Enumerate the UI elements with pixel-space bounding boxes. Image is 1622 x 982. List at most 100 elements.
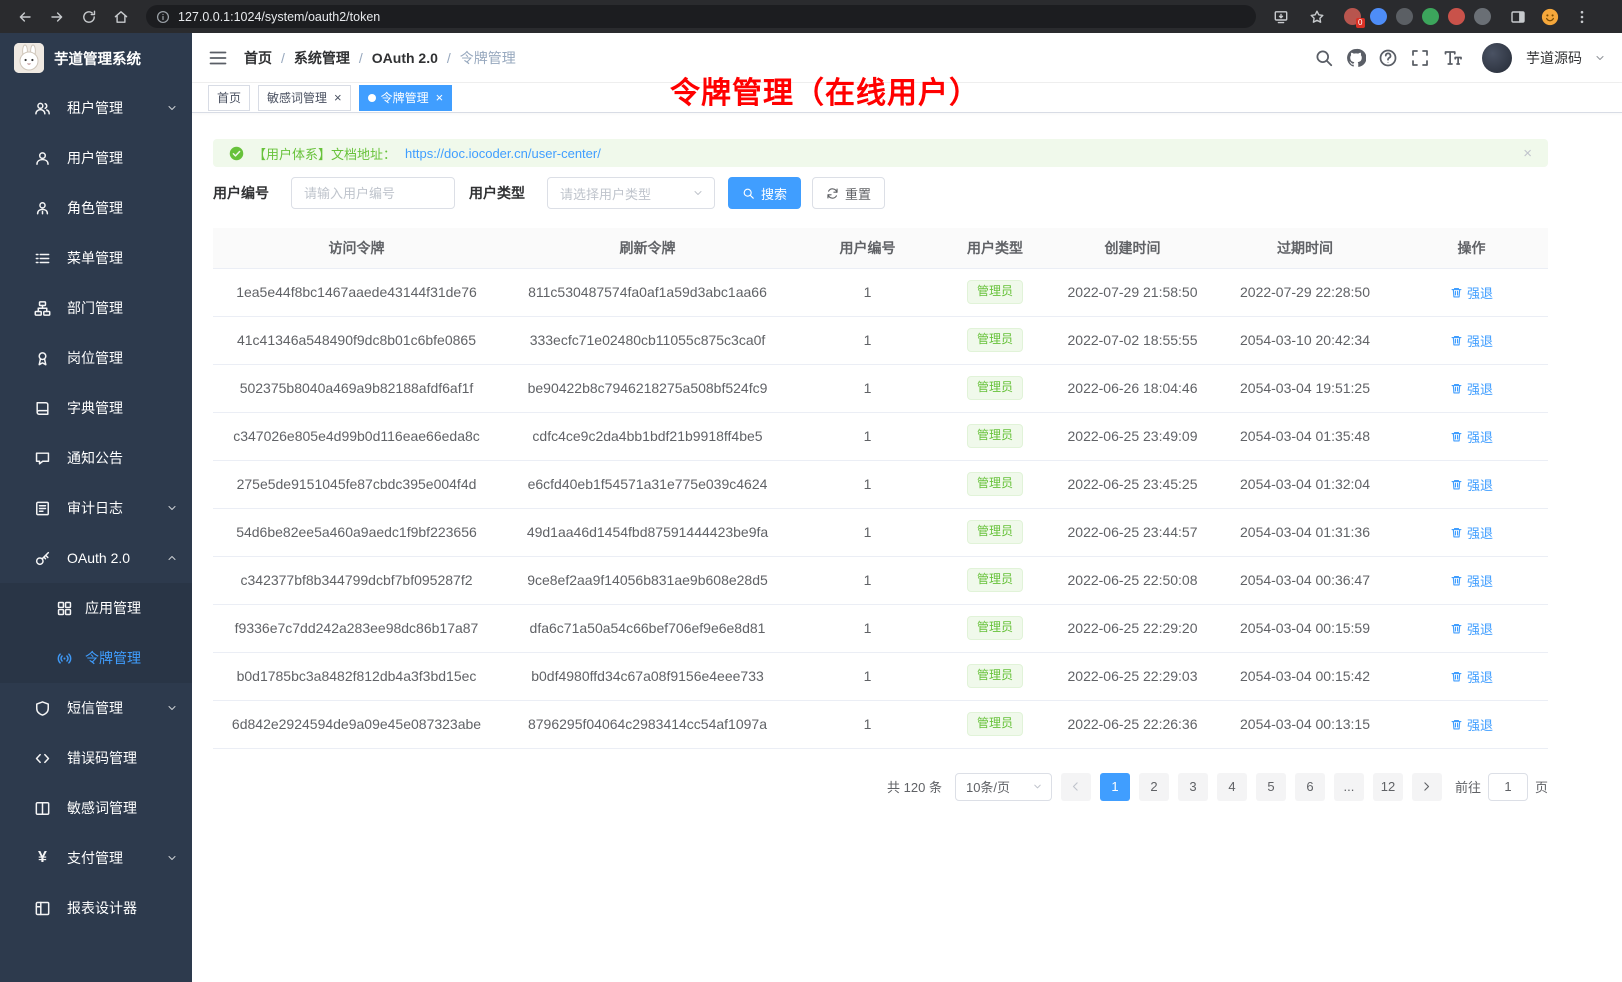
sidebar-item-report-designer[interactable]: 报表设计器 bbox=[0, 883, 192, 933]
close-tab-icon[interactable]: × bbox=[334, 91, 342, 104]
breadcrumb-item[interactable]: OAuth 2.0 bbox=[372, 50, 438, 66]
force-logout-button[interactable]: 强退 bbox=[1450, 523, 1493, 542]
user-id-cell: 1 bbox=[795, 700, 940, 748]
browser-profile-avatar[interactable] bbox=[1541, 8, 1559, 26]
prev-page-button[interactable] bbox=[1061, 773, 1091, 801]
force-logout-button[interactable]: 强退 bbox=[1450, 475, 1493, 494]
alert-close-icon[interactable]: × bbox=[1523, 146, 1532, 161]
created-time-cell: 2022-06-25 22:29:20 bbox=[1050, 604, 1215, 652]
hamburger-icon[interactable] bbox=[208, 48, 228, 68]
user-id-input[interactable] bbox=[291, 177, 455, 209]
force-logout-button[interactable]: 强退 bbox=[1450, 379, 1493, 398]
sidebar-item-oauth2-application[interactable]: 应用管理 bbox=[0, 583, 192, 633]
extension-gray-icon[interactable] bbox=[1474, 8, 1491, 25]
breadcrumb-item[interactable]: 首页 bbox=[244, 48, 272, 68]
page-12-button[interactable]: 12 bbox=[1373, 773, 1403, 801]
trash-icon bbox=[1450, 670, 1463, 683]
user-name[interactable]: 芋道源码 bbox=[1526, 48, 1582, 68]
extension-red-icon[interactable]: 0 bbox=[1344, 8, 1361, 25]
help-icon[interactable] bbox=[1378, 48, 1398, 68]
bookmark-star-icon[interactable] bbox=[1304, 4, 1330, 30]
expire-time-cell: 2054-03-04 00:15:42 bbox=[1215, 652, 1395, 700]
sidebar-item-post[interactable]: 岗位管理 bbox=[0, 333, 192, 383]
breadcrumb-item[interactable]: 系统管理 bbox=[294, 48, 350, 68]
sidebar-item-dept[interactable]: 部门管理 bbox=[0, 283, 192, 333]
extension-dark-icon[interactable] bbox=[1396, 8, 1413, 25]
extension-icons: 0 bbox=[1344, 8, 1491, 25]
sidebar-item-dict[interactable]: 字典管理 bbox=[0, 383, 192, 433]
page-2-button[interactable]: 2 bbox=[1139, 773, 1169, 801]
trash-icon bbox=[1450, 622, 1463, 635]
address-bar[interactable]: 127.0.0.1:1024/system/oauth2/token bbox=[146, 5, 1256, 28]
force-logout-button[interactable]: 强退 bbox=[1450, 667, 1493, 686]
site-info-icon[interactable] bbox=[156, 10, 170, 24]
sidebar-item-user[interactable]: 用户管理 bbox=[0, 133, 192, 183]
close-tab-icon[interactable]: × bbox=[436, 91, 444, 104]
next-page-button[interactable] bbox=[1412, 773, 1442, 801]
force-logout-button[interactable]: 强退 bbox=[1450, 571, 1493, 590]
page-size-select[interactable]: 10条/页 bbox=[955, 773, 1052, 801]
access-token-cell: 1ea5e44f8bc1467aaede43144f31de76 bbox=[213, 268, 500, 316]
search-button[interactable]: 搜索 bbox=[728, 177, 801, 209]
forward-icon[interactable] bbox=[44, 4, 70, 30]
app-logo[interactable]: 芋道管理系统 bbox=[0, 33, 192, 83]
sidebar-item-audit-log[interactable]: 审计日志 bbox=[0, 483, 192, 533]
extension-green-icon[interactable] bbox=[1422, 8, 1439, 25]
table-row: 502375b8040a469a9b82188afdf6af1fbe90422b… bbox=[213, 364, 1548, 412]
back-icon[interactable] bbox=[12, 4, 38, 30]
app-icon bbox=[56, 600, 73, 617]
force-logout-button[interactable]: 强退 bbox=[1450, 427, 1493, 446]
font-size-icon[interactable] bbox=[1442, 48, 1462, 68]
pay-icon: ¥ bbox=[34, 850, 51, 867]
sidebar-item-error-code[interactable]: 错误码管理 bbox=[0, 733, 192, 783]
created-time-cell: 2022-06-25 22:50:08 bbox=[1050, 556, 1215, 604]
tab-home[interactable]: 首页 bbox=[208, 85, 250, 111]
github-icon[interactable] bbox=[1346, 48, 1366, 68]
tab-oauth2-token[interactable]: 令牌管理× bbox=[359, 85, 453, 111]
column-header: 用户类型 bbox=[940, 228, 1050, 268]
page-4-button[interactable]: 4 bbox=[1217, 773, 1247, 801]
extension-puzzle-icon[interactable] bbox=[1448, 8, 1465, 25]
sidebar-item-notice[interactable]: 通知公告 bbox=[0, 433, 192, 483]
sidebar-item-menu[interactable]: 菜单管理 bbox=[0, 233, 192, 283]
force-logout-button[interactable]: 强退 bbox=[1450, 619, 1493, 638]
goto-page-input[interactable] bbox=[1488, 773, 1528, 801]
user-avatar[interactable] bbox=[1482, 43, 1512, 73]
sidebar-item-sensitive-word[interactable]: 敏感词管理 bbox=[0, 783, 192, 833]
force-logout-button[interactable]: 强退 bbox=[1450, 331, 1493, 350]
sidebar-item-sms[interactable]: 短信管理 bbox=[0, 683, 192, 733]
page-5-button[interactable]: 5 bbox=[1256, 773, 1286, 801]
shield-icon bbox=[34, 700, 51, 717]
browser-menu-icon[interactable] bbox=[1569, 4, 1595, 30]
page-more-button[interactable]: ... bbox=[1334, 773, 1364, 801]
access-token-cell: 6d842e2924594de9a09e45e087323abe bbox=[213, 700, 500, 748]
page-1-button[interactable]: 1 bbox=[1100, 773, 1130, 801]
force-logout-button[interactable]: 强退 bbox=[1450, 283, 1493, 302]
search-icon[interactable] bbox=[1314, 48, 1334, 68]
tab-sensitive-word[interactable]: 敏感词管理× bbox=[258, 85, 351, 111]
user-id-cell: 1 bbox=[795, 556, 940, 604]
page-3-button[interactable]: 3 bbox=[1178, 773, 1208, 801]
user-type-tag: 管理员 bbox=[967, 664, 1023, 688]
force-logout-button[interactable]: 强退 bbox=[1450, 715, 1493, 734]
refresh-token-cell: 49d1aa46d1454fbd87591444423be9fa bbox=[500, 508, 795, 556]
fullscreen-icon[interactable] bbox=[1410, 48, 1430, 68]
reload-icon[interactable] bbox=[76, 4, 102, 30]
sidebar-item-pay[interactable]: ¥支付管理 bbox=[0, 833, 192, 883]
user-type-select[interactable]: 请选择用户类型 bbox=[547, 177, 715, 209]
page-6-button[interactable]: 6 bbox=[1295, 773, 1325, 801]
sidebar-item-tenant[interactable]: 租户管理 bbox=[0, 83, 192, 133]
install-icon[interactable] bbox=[1268, 4, 1294, 30]
doc-link[interactable]: https://doc.iocoder.cn/user-center/ bbox=[405, 146, 601, 161]
extension-blue-icon[interactable] bbox=[1370, 8, 1387, 25]
side-panel-icon[interactable] bbox=[1505, 4, 1531, 30]
sidebar-item-role[interactable]: 角色管理 bbox=[0, 183, 192, 233]
sidebar-item-oauth2[interactable]: OAuth 2.0 bbox=[0, 533, 192, 583]
user-caret-down-icon[interactable] bbox=[1594, 52, 1606, 64]
column-header: 用户编号 bbox=[795, 228, 940, 268]
home-icon[interactable] bbox=[108, 4, 134, 30]
reset-button[interactable]: 重置 bbox=[812, 177, 885, 209]
sidebar-item-oauth2-token[interactable]: 令牌管理 bbox=[0, 633, 192, 683]
breadcrumb-separator: / bbox=[359, 50, 363, 66]
user-type-tag: 管理员 bbox=[967, 712, 1023, 736]
